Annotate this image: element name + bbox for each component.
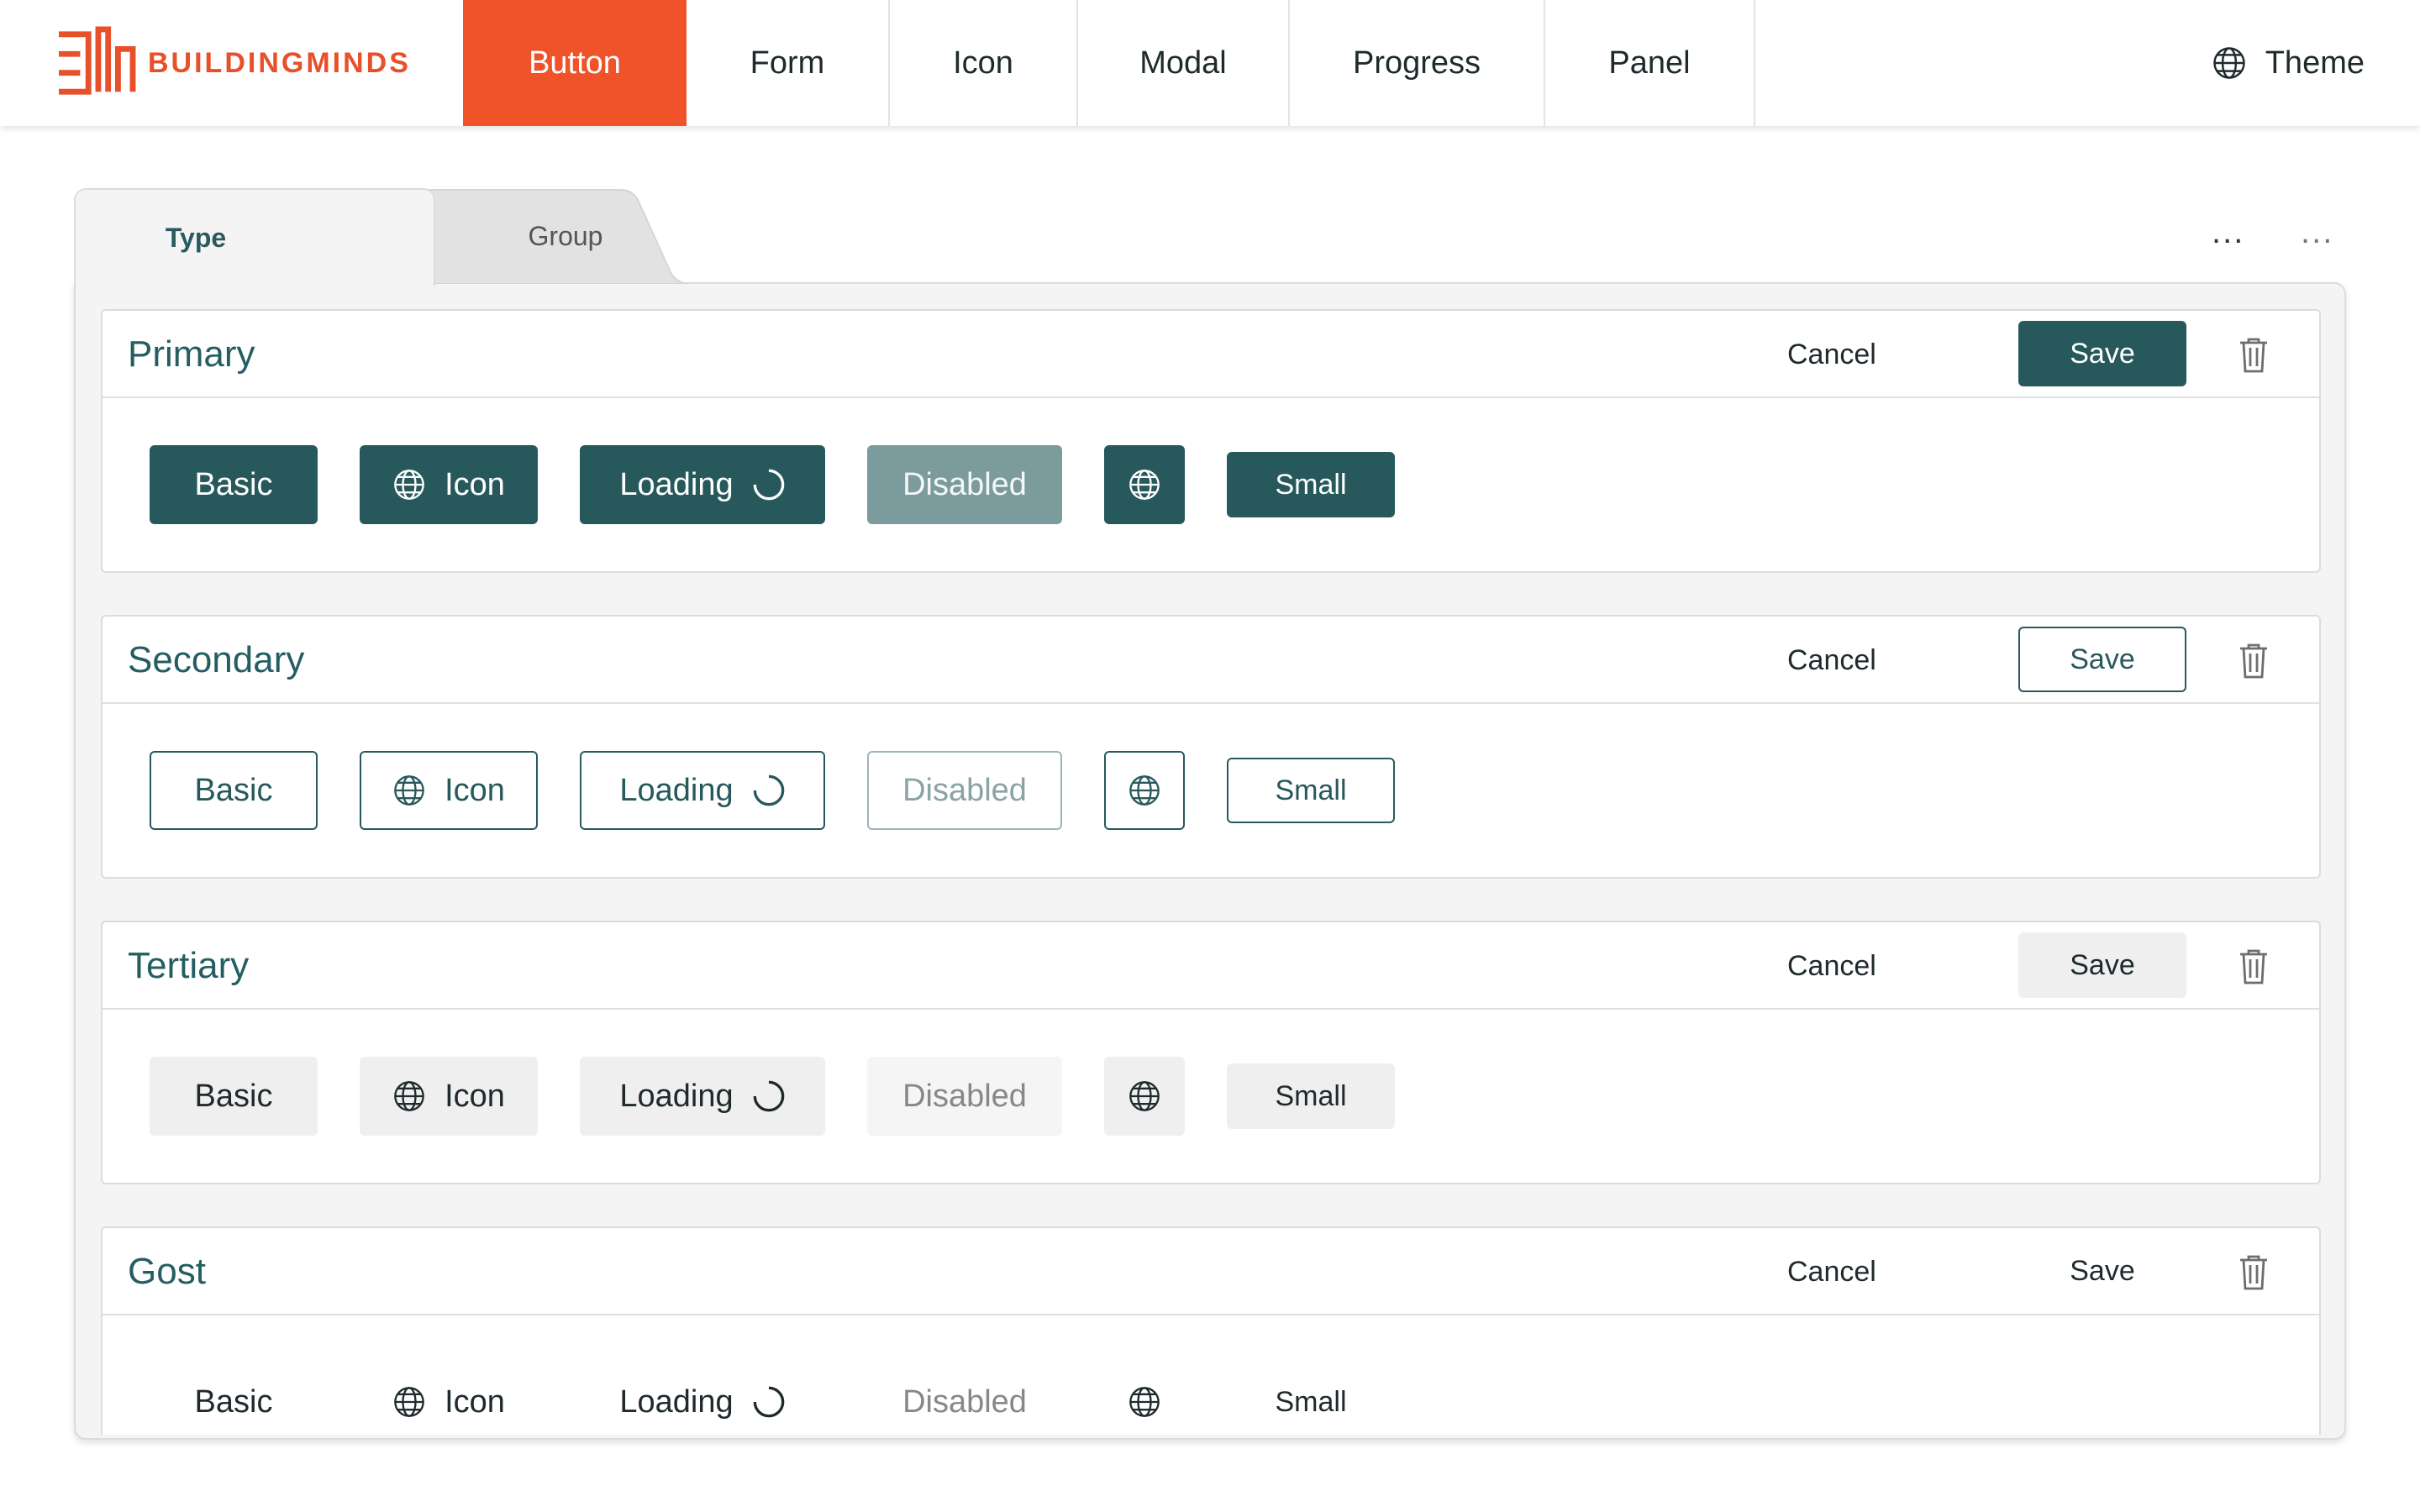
spinner-icon bbox=[753, 1386, 784, 1418]
cancel-button[interactable]: Cancel bbox=[1787, 617, 1876, 704]
globe-icon-button[interactable] bbox=[1104, 751, 1185, 830]
globe-icon bbox=[394, 1081, 424, 1111]
save-button[interactable]: Save bbox=[2018, 1238, 2186, 1304]
icon-button[interactable]: Icon bbox=[360, 1362, 538, 1435]
basic-button[interactable]: Basic bbox=[150, 1057, 318, 1136]
brand-logo[interactable]: BUILDINGMINDS bbox=[55, 25, 411, 101]
loading-button[interactable]: Loading bbox=[580, 445, 825, 524]
theme-label: Theme bbox=[2265, 45, 2365, 81]
brand-name: BUILDINGMINDS bbox=[148, 46, 411, 79]
globe-icon-button[interactable] bbox=[1104, 1057, 1185, 1136]
loading-button[interactable]: Loading bbox=[580, 1057, 825, 1136]
globe-icon bbox=[2212, 47, 2245, 79]
panel-header: Gost Cancel Save bbox=[103, 1228, 2319, 1315]
button-row: Basic Icon Loading Disabled Small bbox=[103, 706, 2319, 879]
disabled-button: Disabled bbox=[902, 1383, 1027, 1420]
button-row: Basic Icon Loading Disabled Small bbox=[103, 1011, 2319, 1184]
tab-bar: Type Group ... ... bbox=[74, 188, 2346, 286]
app-header: BUILDINGMINDS Button Form Icon Modal Pro… bbox=[0, 0, 2420, 126]
small-button[interactable]: Small bbox=[1227, 1369, 1395, 1435]
panel-secondary: Secondary Cancel Save Basic Icon Loading bbox=[101, 615, 2321, 879]
icon-button-label: Icon bbox=[445, 772, 505, 808]
loading-button-label: Loading bbox=[619, 466, 734, 502]
buildingminds-logo-icon bbox=[59, 26, 136, 95]
icon-button-label: Icon bbox=[445, 1078, 505, 1114]
panel-primary: Primary Cancel Save Basic Icon Loading D… bbox=[101, 309, 2321, 573]
button-row: Basic Icon Loading Disabled Small bbox=[103, 1317, 2319, 1435]
basic-button[interactable]: Basic bbox=[150, 1362, 318, 1435]
icon-button-label: Icon bbox=[445, 1383, 505, 1420]
globe-icon bbox=[394, 775, 424, 806]
nav-form[interactable]: Form bbox=[687, 0, 890, 126]
globe-icon bbox=[394, 470, 424, 500]
disabled-button: Disabled bbox=[867, 1057, 1062, 1136]
globe-icon bbox=[394, 1387, 424, 1417]
panel-header: Primary Cancel Save bbox=[103, 311, 2319, 398]
nav-progress[interactable]: Progress bbox=[1290, 0, 1545, 126]
panel-title: Secondary bbox=[128, 639, 305, 680]
panel-header: Secondary Cancel Save bbox=[103, 617, 2319, 704]
basic-button[interactable]: Basic bbox=[150, 445, 318, 524]
panel-title: Primary bbox=[128, 333, 255, 375]
panel-ghost: Gost Cancel Save Basic Icon Loading Disa… bbox=[101, 1226, 2321, 1435]
panel-title: Gost bbox=[128, 1251, 206, 1292]
cancel-button[interactable]: Cancel bbox=[1787, 1228, 1876, 1315]
loading-button-label: Loading bbox=[619, 1078, 734, 1114]
panel-scroll-area[interactable]: Primary Cancel Save Basic Icon Loading D… bbox=[101, 309, 2321, 1435]
content-card: Type Group ... ... Primary Cancel Save B… bbox=[74, 188, 2346, 1440]
icon-button[interactable]: Icon bbox=[360, 1057, 538, 1136]
small-button[interactable]: Small bbox=[1227, 1063, 1395, 1129]
trash-icon[interactable] bbox=[2237, 948, 2270, 984]
button-row: Basic Icon Loading Disabled Small bbox=[103, 400, 2319, 573]
globe-icon bbox=[1129, 1081, 1160, 1111]
loading-button[interactable]: Loading bbox=[580, 751, 825, 830]
nav-modal[interactable]: Modal bbox=[1078, 0, 1290, 126]
spinner-icon bbox=[753, 774, 784, 806]
globe-icon-button[interactable] bbox=[1104, 445, 1185, 524]
save-button[interactable]: Save bbox=[2018, 932, 2186, 998]
small-button[interactable]: Small bbox=[1227, 452, 1395, 517]
basic-button[interactable]: Basic bbox=[150, 751, 318, 830]
icon-button[interactable]: Icon bbox=[360, 751, 538, 830]
cancel-button[interactable]: Cancel bbox=[1787, 922, 1876, 1010]
main-nav: Button Form Icon Modal Progress Panel bbox=[463, 0, 1755, 126]
spinner-icon bbox=[753, 469, 784, 501]
trash-icon[interactable] bbox=[2237, 1253, 2270, 1290]
trash-icon[interactable] bbox=[2237, 642, 2270, 679]
panel-tertiary: Tertiary Cancel Save Basic Icon Loading bbox=[101, 921, 2321, 1184]
globe-icon bbox=[1129, 470, 1160, 500]
disabled-button: Disabled bbox=[867, 751, 1062, 830]
more-options-icon-2[interactable]: ... bbox=[2301, 213, 2333, 251]
panel-header: Tertiary Cancel Save bbox=[103, 922, 2319, 1010]
icon-button-label: Icon bbox=[445, 466, 505, 502]
cancel-button[interactable]: Cancel bbox=[1787, 311, 1876, 398]
tab-type[interactable]: Type bbox=[74, 188, 435, 286]
loading-button-label: Loading bbox=[619, 1383, 734, 1420]
trash-icon[interactable] bbox=[2237, 336, 2270, 373]
globe-icon bbox=[1129, 775, 1160, 806]
more-options-icon[interactable]: ... bbox=[2212, 213, 2244, 251]
nav-icon[interactable]: Icon bbox=[890, 0, 1078, 126]
globe-icon bbox=[1129, 1387, 1160, 1417]
loading-button-label: Loading bbox=[619, 772, 734, 808]
panel-title: Tertiary bbox=[128, 945, 250, 986]
disabled-button: Disabled bbox=[867, 445, 1062, 524]
loading-button[interactable]: Loading bbox=[580, 1362, 825, 1435]
theme-toggle[interactable]: Theme bbox=[2212, 0, 2365, 126]
spinner-icon bbox=[753, 1080, 784, 1112]
save-button[interactable]: Save bbox=[2018, 627, 2186, 692]
tab-panel: Primary Cancel Save Basic Icon Loading D… bbox=[74, 282, 2346, 1440]
globe-icon-button[interactable] bbox=[1104, 1362, 1185, 1435]
icon-button[interactable]: Icon bbox=[360, 445, 538, 524]
save-button[interactable]: Save bbox=[2018, 321, 2186, 386]
nav-button[interactable]: Button bbox=[463, 0, 687, 126]
nav-panel[interactable]: Panel bbox=[1545, 0, 1755, 126]
small-button[interactable]: Small bbox=[1227, 758, 1395, 823]
